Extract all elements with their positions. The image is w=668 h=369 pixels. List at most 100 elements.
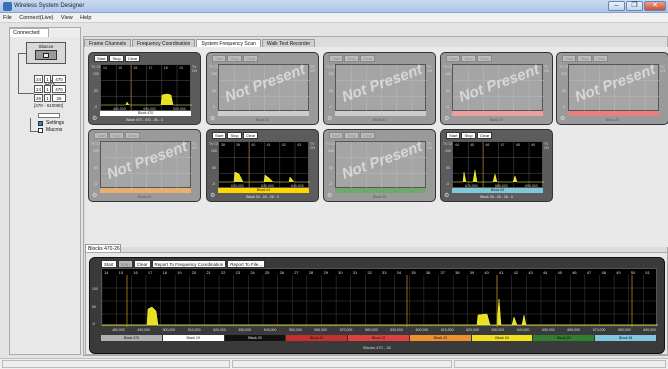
block-legend-item[interactable]: Block 470 xyxy=(101,335,163,341)
tab-blocks[interactable]: Blocks 470-26 xyxy=(85,244,121,252)
channel-tick: 46 xyxy=(485,143,489,147)
clear-button[interactable]: Clear xyxy=(476,55,493,62)
gain-slider[interactable] xyxy=(38,113,60,118)
macros-icon xyxy=(38,127,43,133)
scan-chart[interactable]: 14 15 16 17 18 19 480,000 490,000 500,000 xyxy=(100,64,192,112)
wrench-icon[interactable]: ⚙ xyxy=(560,115,565,122)
wrench-icon[interactable]: ⚙ xyxy=(92,115,97,122)
title-bar: Wireless System Designer – ❐ ✕ xyxy=(0,0,668,13)
channel-tick: 28 xyxy=(309,270,314,275)
channel-tick: 49 xyxy=(616,270,621,275)
block-legend-item[interactable]: Block 21 xyxy=(286,335,349,341)
stop-button[interactable]: Stop xyxy=(227,132,242,139)
frequency-tick: 510,000 xyxy=(187,328,201,332)
block-legend-item[interactable]: Block 25 xyxy=(533,335,596,341)
panel-footer: Block 24 xyxy=(137,195,152,199)
start-button[interactable]: Start xyxy=(446,132,461,139)
clear-button[interactable]: Clear xyxy=(242,55,259,62)
clear-button[interactable]: Clear xyxy=(476,132,493,139)
status-bar xyxy=(0,358,668,369)
scan-chart[interactable]: 44 45 46 47 48 49 670,000 680,000 690,000 xyxy=(452,141,544,189)
minimize-button[interactable]: – xyxy=(608,1,625,11)
stop-button[interactable]: Stop xyxy=(109,55,124,62)
wrench-icon[interactable]: ⚙ xyxy=(327,192,332,199)
stop-button[interactable]: Stop xyxy=(461,55,476,62)
clear-button[interactable]: Clear xyxy=(359,55,376,62)
stop-button[interactable]: Stop xyxy=(109,132,124,139)
wrench-icon[interactable]: ⚙ xyxy=(210,192,215,199)
stop-button[interactable]: Stop xyxy=(577,55,592,62)
combined-scan-chart[interactable]: 14 15 16 17 18 19 20 21 22 23 24 25 26 27 28 29 30 31 32 33… xyxy=(101,268,658,327)
wrench-icon[interactable]: ⚙ xyxy=(210,115,215,122)
start-button[interactable]: Start xyxy=(446,55,461,62)
wrench-icon[interactable]: ⚙ xyxy=(92,192,97,199)
start-button[interactable]: Start xyxy=(101,260,117,268)
clear-button[interactable]: Clear xyxy=(592,55,609,62)
stop-button[interactable]: Stop xyxy=(344,132,359,139)
block-label: Block 24 xyxy=(218,188,309,193)
menu-view[interactable]: View xyxy=(58,13,76,23)
stop-button[interactable]: Stop xyxy=(344,55,359,62)
clear-button[interactable]: Clear xyxy=(133,260,151,268)
y-tick: 50 xyxy=(92,305,96,309)
clear-button[interactable]: Clear xyxy=(124,132,141,139)
start-button[interactable]: Start xyxy=(94,132,109,139)
report-file-button[interactable]: Report To File... xyxy=(227,260,265,268)
clear-button[interactable]: Clear xyxy=(124,55,141,62)
report-coordination-button[interactable]: Report To Frequency Coordination xyxy=(151,260,227,268)
menu-connect[interactable]: Connect(Live) xyxy=(16,13,56,23)
start-button[interactable]: Start xyxy=(562,55,577,62)
channel-tick: 44 xyxy=(543,270,548,275)
channel-tick: 47 xyxy=(587,270,592,275)
menu-help[interactable]: Help xyxy=(77,13,94,23)
channel-tick: 24 xyxy=(250,270,255,275)
channel-tick: 30 xyxy=(338,270,343,275)
channel-tick: 42 xyxy=(282,143,286,147)
channel-tick: 47 xyxy=(501,143,505,147)
tab-frame-channels[interactable]: Frame Channels xyxy=(84,39,131,47)
tab-frequency-coordination[interactable]: Frequency Coordination xyxy=(131,39,196,47)
channel-tick: 23 xyxy=(236,270,241,275)
block-label xyxy=(452,111,543,116)
block-legend-item[interactable]: Block 24 xyxy=(471,335,534,341)
block-legend-item[interactable]: Block 22 xyxy=(348,335,410,341)
frequency-tick: 530,000 xyxy=(238,328,252,332)
frequency-tick: 690,000 xyxy=(643,328,656,332)
start-button[interactable]: Start xyxy=(329,55,344,62)
channel-row[interactable]: 24 1 470 xyxy=(34,85,68,93)
wrench-icon[interactable]: ⚙ xyxy=(444,192,449,199)
stop-button[interactable]: Stop xyxy=(461,132,476,139)
stop-button[interactable]: Stop xyxy=(227,55,242,62)
block-legend-item[interactable]: Block 20 xyxy=(224,335,287,341)
tree-item-settings[interactable]: Settings xyxy=(38,120,64,126)
block-legend-item[interactable]: Block 23 xyxy=(409,335,472,341)
close-button[interactable]: ✕ xyxy=(644,1,666,11)
block-label xyxy=(100,188,191,193)
block-legend-item[interactable]: Block 26 xyxy=(595,335,658,341)
tab-walk-test-recorder[interactable]: Walk Test Recorder xyxy=(261,39,316,47)
channel-row[interactable]: 24 1 470 xyxy=(34,75,68,83)
restore-button[interactable]: ❐ xyxy=(626,1,643,11)
scan-chart[interactable]: 38 39 40 41 42 43 620,000 630,000 640,000 xyxy=(218,141,310,189)
start-button[interactable]: Start xyxy=(212,55,227,62)
start-button[interactable]: Start xyxy=(212,132,227,139)
stop-button[interactable]: Stop xyxy=(117,260,133,268)
clear-button[interactable]: Clear xyxy=(242,132,259,139)
start-button[interactable]: Start xyxy=(329,132,344,139)
axis-label: TV CH xyxy=(544,142,550,150)
channel-row[interactable]: 26 1 26 xyxy=(34,94,68,102)
wrench-icon[interactable]: ⚙ xyxy=(327,115,332,122)
tab-system-frequency-scan[interactable]: System Frequency Scan xyxy=(196,39,261,47)
block-legend-item[interactable]: Block 19 xyxy=(162,335,225,341)
y-tick: -0 xyxy=(446,182,450,186)
start-button[interactable]: Start xyxy=(94,55,109,62)
clear-button[interactable]: Clear xyxy=(359,132,376,139)
device-node[interactable]: Sbacce xyxy=(26,42,66,64)
tab-connected[interactable]: Connected xyxy=(9,28,49,37)
y-tick: 50 xyxy=(446,89,450,93)
block-label: Block 470 xyxy=(100,111,191,116)
tree-item-macros[interactable]: Macros xyxy=(38,127,62,133)
menu-file[interactable]: File xyxy=(0,13,15,23)
wrench-icon[interactable]: ⚙ xyxy=(444,115,449,122)
channel-tick: 20 xyxy=(192,270,197,275)
